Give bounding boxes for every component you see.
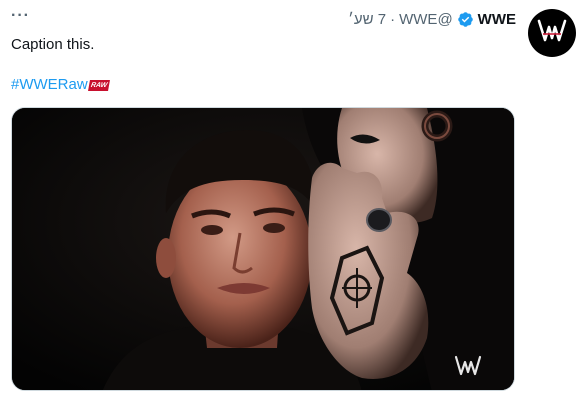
tweet-text: Caption this. <box>11 36 95 53</box>
tweet-header: WWE @WWE · 7 שע׳ <box>348 9 516 29</box>
raw-logo-icon: RAW <box>87 79 110 91</box>
author-name[interactable]: WWE <box>478 11 516 28</box>
header-separator: · <box>390 10 396 28</box>
tweet-timestamp[interactable]: 7 שע׳ <box>348 11 386 28</box>
photo-illustration <box>12 108 514 390</box>
avatar[interactable] <box>528 9 576 57</box>
more-options-button[interactable]: ··· <box>11 8 30 24</box>
wwe-logo-icon <box>537 18 567 49</box>
hashtag-row: #WWERaw RAW <box>11 75 110 95</box>
more-horizontal-icon: ··· <box>11 7 30 24</box>
author-handle[interactable]: @WWE <box>399 11 453 28</box>
tweet-media-photo[interactable] <box>11 107 515 391</box>
verified-badge-icon <box>457 11 474 28</box>
hashtag-link[interactable]: #WWERaw <box>11 75 88 95</box>
